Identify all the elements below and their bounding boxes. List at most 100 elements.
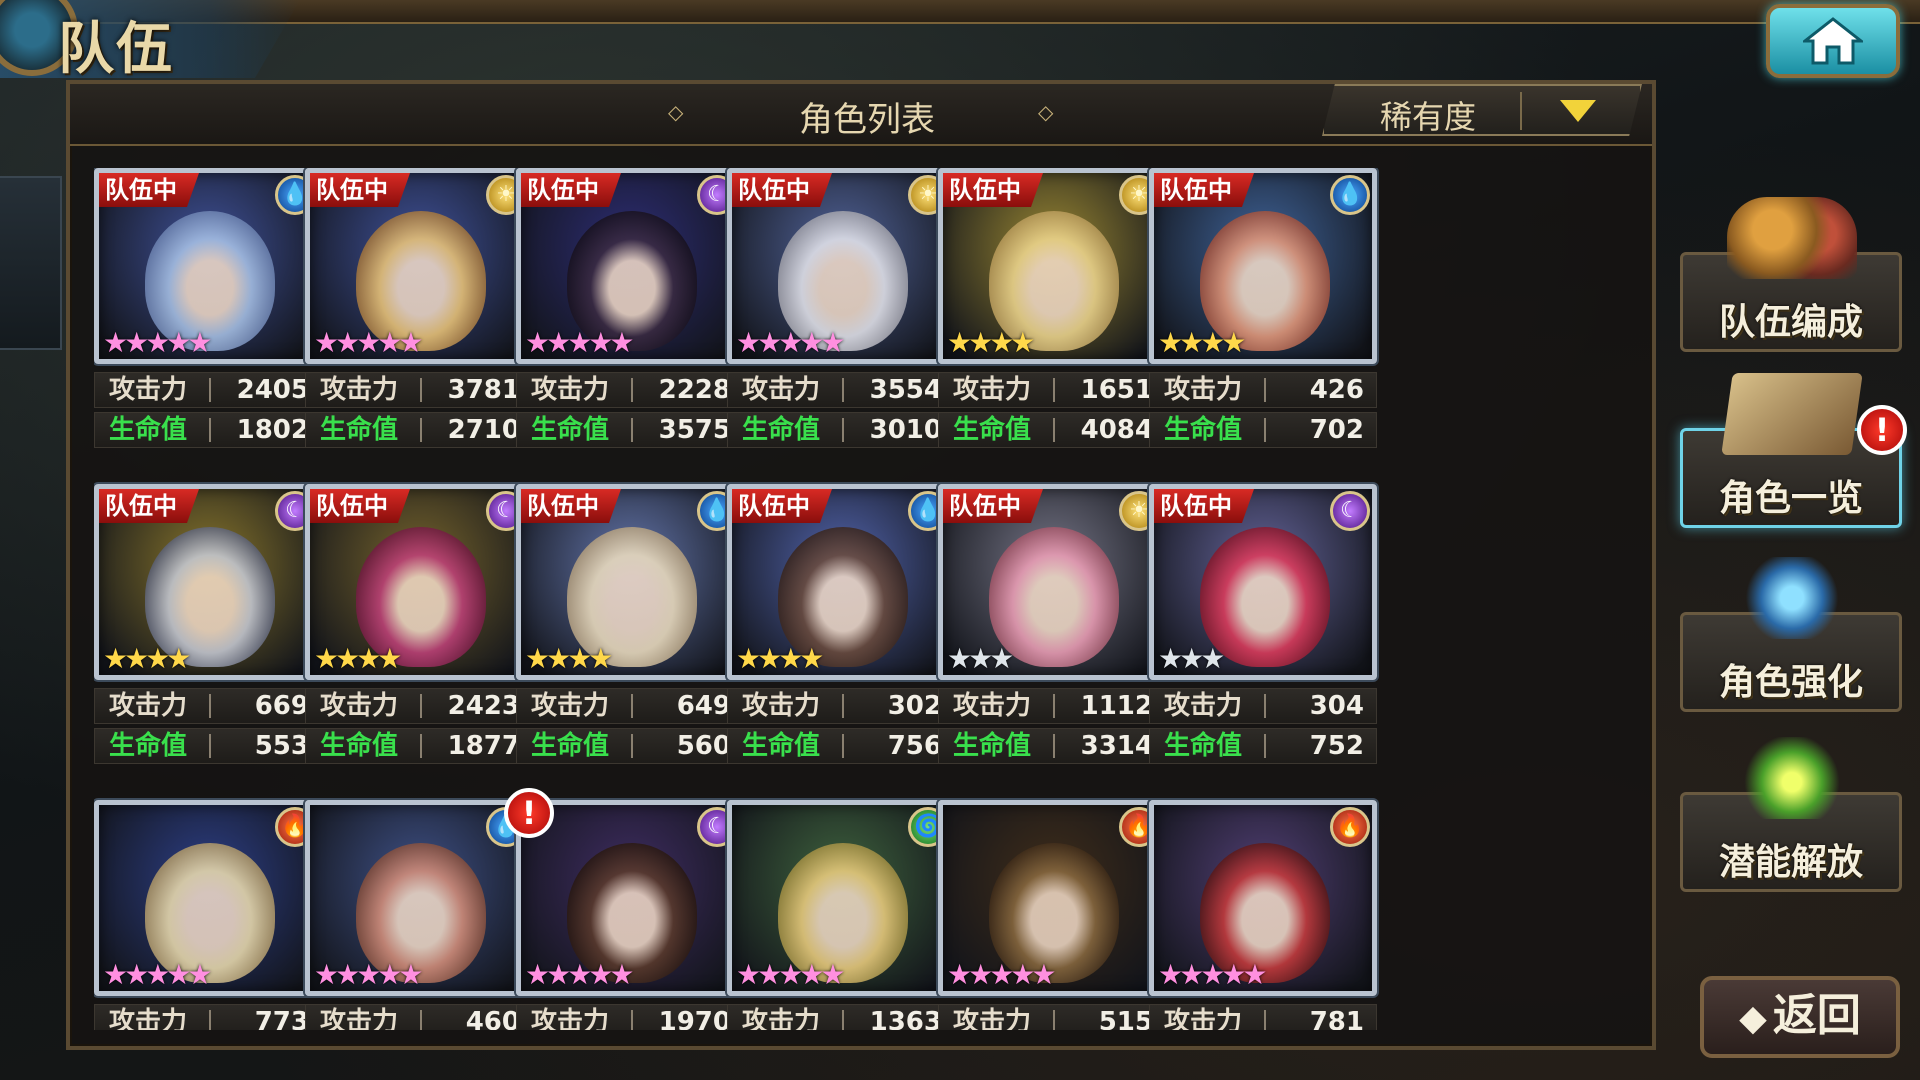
- character-portrait[interactable]: 队伍中 ☾ ★★★★: [94, 484, 322, 680]
- home-button[interactable]: [1766, 4, 1900, 78]
- rarity-stars-icon: ★★★★★: [736, 958, 845, 991]
- character-card[interactable]: ☾ ★★★★★! 攻击力 1970: [504, 788, 744, 1030]
- hp-label: 生命值: [742, 415, 821, 445]
- character-portrait[interactable]: 队伍中 ☀ ★★★★: [938, 168, 1166, 364]
- character-list-panel: ◇ 角色列表 ◇ 稀有度 队伍中 💧 ★★★★★ 攻击力 2405 生命值 1802 队伍中 ☀…: [66, 80, 1656, 1050]
- stat-divider: [209, 694, 211, 718]
- character-list-button[interactable]: 角色一览 !: [1680, 373, 1907, 528]
- stat-divider: [420, 734, 422, 758]
- enhance-crystal-icon: [1727, 557, 1857, 639]
- character-card[interactable]: 队伍中 ☾ ★★★★ 攻击力 669 生命值 553: [94, 484, 322, 764]
- character-card[interactable]: 队伍中 ☾ ★★★ 攻击力 304 生命值 752: [1149, 484, 1377, 764]
- in-team-badge: 队伍中: [732, 489, 832, 523]
- attack-label: 攻击力: [320, 1007, 399, 1030]
- character-card[interactable]: 队伍中 💧 ★★★★ 攻击力 302 生命值 756: [727, 484, 955, 764]
- stat-divider: [1264, 378, 1266, 402]
- rarity-stars-icon: ★★★★★: [314, 958, 423, 991]
- sort-label: 稀有度: [1380, 98, 1477, 136]
- character-card[interactable]: 🔥 ★★★★★ 攻击力 781: [1149, 800, 1377, 1030]
- hp-label: 生命值: [953, 415, 1032, 445]
- character-portrait[interactable]: 队伍中 💧 ★★★★: [727, 484, 955, 680]
- character-portrait[interactable]: 队伍中 💧 ★★★★★: [94, 168, 322, 364]
- back-button[interactable]: ◆ 返回: [1700, 976, 1900, 1058]
- attack-label: 攻击力: [109, 375, 188, 405]
- character-portrait[interactable]: 🔥 ★★★★★: [94, 800, 322, 996]
- rarity-stars-icon: ★★★★★: [525, 958, 634, 991]
- stat-divider: [209, 1010, 211, 1030]
- attack-value: 1970: [658, 1007, 731, 1030]
- page-title: 队伍: [58, 17, 174, 82]
- character-portrait[interactable]: 🔥 ★★★★★: [938, 800, 1166, 996]
- character-enhance-button[interactable]: 角色强化: [1680, 557, 1902, 712]
- rarity-stars-icon: ★★★★★: [525, 326, 634, 359]
- character-grid[interactable]: 队伍中 💧 ★★★★★ 攻击力 2405 生命值 1802 队伍中 ☀ ★★★★★ 攻击力 3781 生…: [94, 168, 1634, 1030]
- character-card[interactable]: 队伍中 ☀ ★★★★★ 攻击力 3781 生命值 2710: [305, 168, 533, 448]
- hp-value: 3010: [869, 415, 942, 445]
- stat-divider: [420, 1010, 422, 1030]
- home-icon: [1803, 17, 1863, 65]
- potential-orb-icon: [1727, 737, 1857, 819]
- character-card[interactable]: 队伍中 ☀ ★★★★ 攻击力 1651 生命值 4084: [938, 168, 1166, 448]
- attack-value: 2228: [658, 375, 731, 405]
- attack-value: 302: [887, 691, 942, 721]
- character-portrait[interactable]: 🔥 ★★★★★: [1149, 800, 1377, 996]
- potential-unlock-button[interactable]: 潜能解放: [1680, 737, 1902, 892]
- in-team-badge: 队伍中: [521, 489, 621, 523]
- attack-stat-row: 攻击力 2405: [94, 372, 322, 408]
- character-card[interactable]: 队伍中 💧 ★★★★★ 攻击力 2405 生命值 1802: [94, 168, 322, 448]
- character-card[interactable]: 🌀 ★★★★★ 攻击力 1363: [727, 800, 955, 1030]
- rarity-stars-icon: ★★★★: [1158, 326, 1246, 359]
- stat-divider: [631, 734, 633, 758]
- hp-value: 1802: [236, 415, 309, 445]
- attack-value: 3781: [447, 375, 520, 405]
- character-card[interactable]: 队伍中 💧 ★★★★ 攻击力 649 生命值 560: [516, 484, 744, 764]
- attack-label: 攻击力: [531, 375, 610, 405]
- character-portrait[interactable]: 队伍中 ☀ ★★★★★: [305, 168, 533, 364]
- hp-stat-row: 生命值 3010: [727, 412, 955, 448]
- alert-icon: !: [504, 788, 554, 838]
- character-card[interactable]: 队伍中 ☾ ★★★★ 攻击力 2423 生命值 1877: [305, 484, 533, 764]
- attack-stat-row: 攻击力 2228: [516, 372, 744, 408]
- attack-stat-row: 攻击力 1112: [938, 688, 1166, 724]
- rarity-stars-icon: ★★★: [947, 642, 1014, 675]
- in-team-badge: 队伍中: [732, 173, 832, 207]
- character-portrait[interactable]: 💧 ★★★★★: [305, 800, 533, 996]
- rarity-stars-icon: ★★★★: [736, 642, 824, 675]
- character-portrait[interactable]: 🌀 ★★★★★: [727, 800, 955, 996]
- hp-stat-row: 生命值 560: [516, 728, 744, 764]
- character-portrait[interactable]: 队伍中 💧 ★★★★: [516, 484, 744, 680]
- team-edit-button[interactable]: 队伍编成: [1680, 197, 1902, 352]
- stat-divider: [420, 418, 422, 442]
- character-list-label: 角色一览: [1718, 478, 1863, 519]
- character-card[interactable]: 队伍中 💧 ★★★★ 攻击力 426 生命值 702: [1149, 168, 1377, 448]
- character-card[interactable]: 🔥 ★★★★★ 攻击力 515: [938, 800, 1166, 1030]
- in-team-badge: 队伍中: [1154, 489, 1254, 523]
- character-portrait[interactable]: ☾ ★★★★★: [516, 800, 744, 996]
- chevron-down-icon[interactable]: [1560, 100, 1596, 122]
- stat-divider: [631, 418, 633, 442]
- attack-label: 攻击力: [1164, 691, 1243, 721]
- character-portrait[interactable]: 队伍中 💧 ★★★★: [1149, 168, 1377, 364]
- character-card[interactable]: 队伍中 ☀ ★★★★★ 攻击力 3554 生命值 3010: [727, 168, 955, 448]
- character-portrait[interactable]: 队伍中 ☀ ★★★★★: [727, 168, 955, 364]
- sort-dropdown[interactable]: 稀有度: [1322, 84, 1642, 136]
- character-portrait[interactable]: 队伍中 ☾ ★★★★: [305, 484, 533, 680]
- hp-label: 生命值: [320, 415, 399, 445]
- character-card[interactable]: 💧 ★★★★★ 攻击力 460: [305, 800, 533, 1030]
- character-portrait[interactable]: 队伍中 ☀ ★★★: [938, 484, 1166, 680]
- sort-divider: [1520, 92, 1522, 130]
- attack-value: 1363: [869, 1007, 942, 1030]
- hp-label: 生命值: [1164, 415, 1243, 445]
- in-team-badge: 队伍中: [943, 173, 1043, 207]
- character-card[interactable]: 队伍中 ☀ ★★★ 攻击力 1112 生命值 3314: [938, 484, 1166, 764]
- character-card[interactable]: 🔥 ★★★★★ 攻击力 773: [94, 800, 322, 1030]
- hp-label: 生命值: [109, 731, 188, 761]
- in-team-badge: 队伍中: [99, 489, 199, 523]
- character-card[interactable]: 队伍中 ☾ ★★★★★ 攻击力 2228 生命值 3575: [516, 168, 744, 448]
- rarity-stars-icon: ★★★★★: [947, 958, 1056, 991]
- character-portrait[interactable]: 队伍中 ☾ ★★★★★: [516, 168, 744, 364]
- attack-label: 攻击力: [320, 691, 399, 721]
- character-portrait[interactable]: 队伍中 ☾ ★★★: [1149, 484, 1377, 680]
- in-team-badge: 队伍中: [99, 173, 199, 207]
- hp-value: 2710: [447, 415, 520, 445]
